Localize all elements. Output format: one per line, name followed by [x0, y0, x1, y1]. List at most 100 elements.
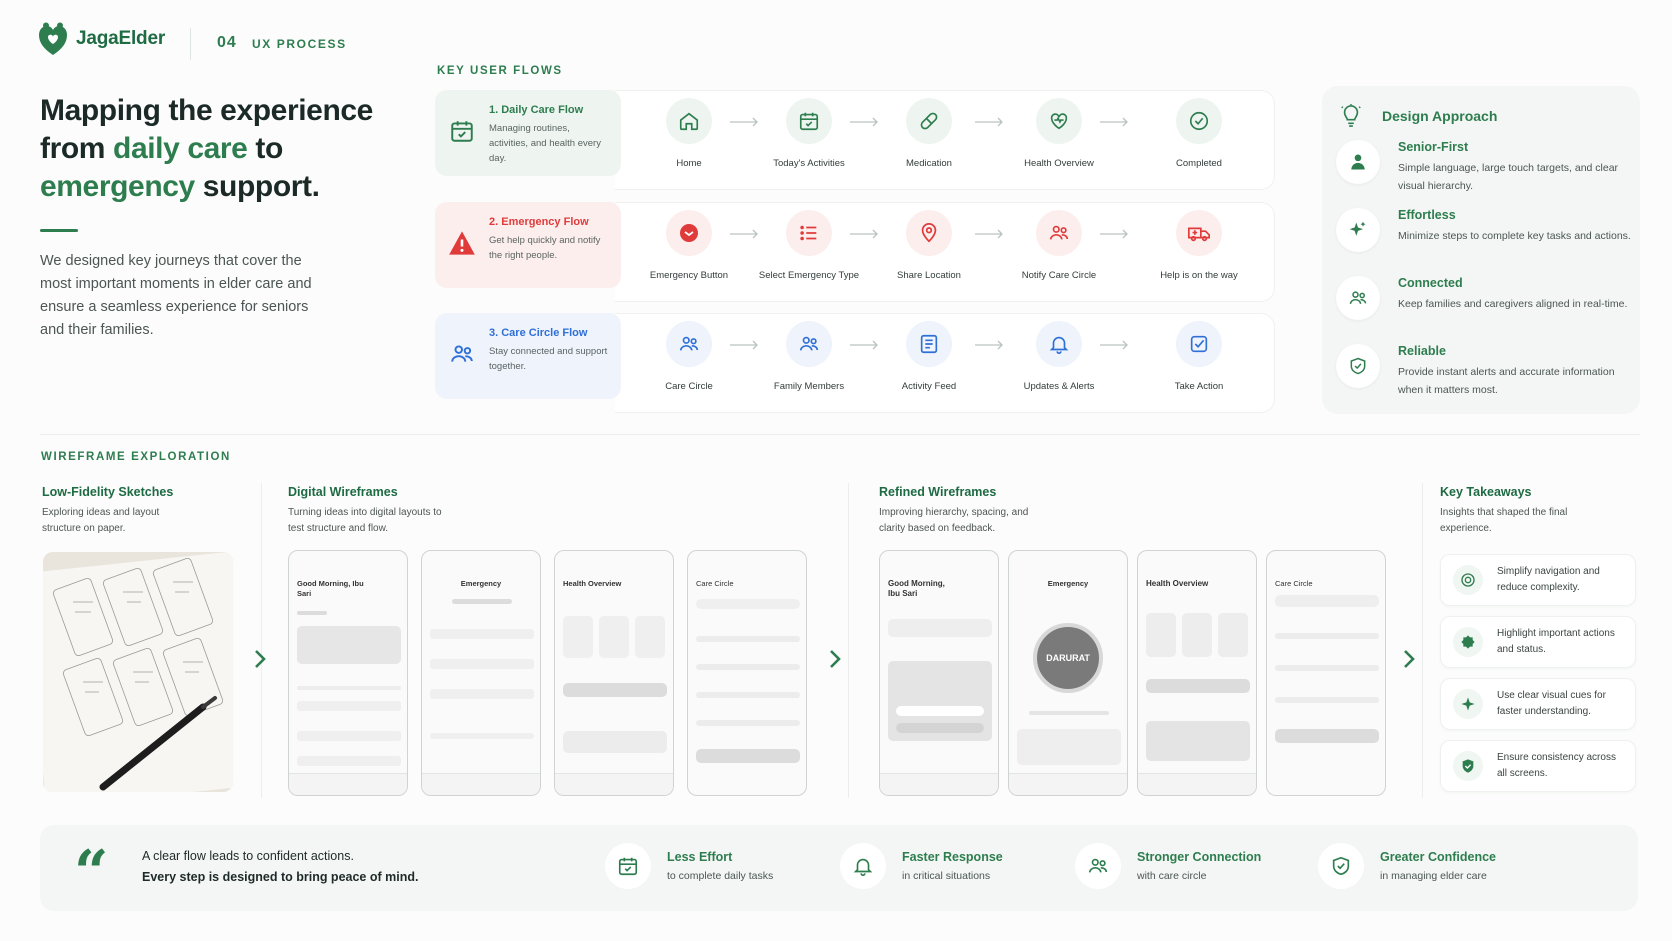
metric-title: Greater Confidence	[1380, 850, 1497, 864]
home-icon	[666, 98, 712, 144]
flow-step-emergency-button[interactable]: Emergency Button	[634, 210, 744, 281]
metric-description: with care circle	[1137, 870, 1207, 882]
flow-step-family-members[interactable]: Family Members	[754, 321, 864, 392]
refined-wireframe-health[interactable]: Health Overview	[1137, 550, 1257, 796]
metric-title: Stronger Connection	[1137, 850, 1262, 864]
approach-item-description: Minimize steps to complete key tasks and…	[1398, 230, 1631, 242]
flow-step-notify-care-circle[interactable]: Notify Care Circle	[1004, 210, 1114, 281]
digital-wireframe-health[interactable]: Health Overview	[554, 550, 674, 796]
screen-title: Health Overview	[563, 579, 622, 588]
step-label: Home	[676, 158, 702, 169]
flow-card-care-circle[interactable]: 3. Care Circle Flow Stay connected and s…	[435, 313, 621, 399]
screen-title: Care Circle	[696, 579, 734, 588]
flow-step-medication[interactable]: Medication	[874, 98, 984, 169]
family-icon	[786, 321, 832, 367]
digital-wireframe-home[interactable]: Good Morning, Ibu Sari	[288, 550, 408, 796]
column-divider	[1422, 483, 1423, 798]
paper-sketch-image	[43, 552, 233, 792]
flow-card-daily-care[interactable]: 1. Daily Care Flow Managing routines, ac…	[435, 90, 621, 176]
heart-shield-logo-icon	[39, 22, 67, 55]
flow-step-share-location[interactable]: Share Location	[874, 210, 984, 281]
flow-step-updates-alerts[interactable]: Updates & Alerts	[1004, 321, 1114, 392]
flow-row-care-circle: 3. Care Circle Flow Stay connected and s…	[435, 313, 1275, 413]
feed-icon	[906, 321, 952, 367]
flow-step-help-on-the-way[interactable]: Help is on the way	[1144, 210, 1254, 281]
page-description: We designed key journeys that cover the …	[40, 253, 312, 338]
step-label: Help is on the way	[1160, 270, 1238, 281]
flow-step-care-circle[interactable]: Care Circle	[634, 321, 744, 392]
flow-step-take-action[interactable]: Take Action	[1144, 321, 1254, 392]
wireframes-section-label: WIREFRAME EXPLORATION	[41, 451, 231, 463]
page-title: Mapping the experience from daily care t…	[40, 94, 373, 203]
takeaway-text: Simplify navigation and reduce complexit…	[1497, 566, 1600, 593]
arrow-right-icon	[975, 117, 1003, 127]
metric-faster-response: Faster Response in critical situations	[840, 843, 1003, 889]
header-divider	[190, 28, 191, 60]
lowfi-title: Low-Fidelity Sketches	[42, 485, 174, 499]
step-label: Health Overview	[1024, 158, 1094, 169]
quote-icon: “	[74, 838, 109, 908]
takeaways-description: Insights that shaped the final experienc…	[1440, 507, 1568, 534]
step-label: Emergency Button	[649, 270, 729, 281]
quote-line-2: Every step is designed to bring peace of…	[142, 870, 419, 884]
refined-wireframe-home[interactable]: Good Morning, Ibu Sari	[879, 550, 999, 796]
takeaway-item: Ensure consistency across all screens.	[1440, 740, 1636, 792]
calendar-check-icon	[786, 98, 832, 144]
warning-icon	[447, 228, 477, 258]
metric-less-effort: Less Effort to complete daily tasks	[605, 843, 773, 889]
column-divider	[848, 483, 849, 798]
flow-step-select-emergency-type[interactable]: Select Emergency Type	[754, 210, 864, 281]
metric-description: to complete daily tasks	[667, 870, 774, 882]
flow-step-activity-feed[interactable]: Activity Feed	[874, 321, 984, 392]
bell-icon	[1036, 321, 1082, 367]
people-icon	[1036, 210, 1082, 256]
refined-wireframe-care-circle[interactable]: Care Circle	[1266, 550, 1386, 796]
metric-title: Faster Response	[902, 850, 1003, 864]
emergency-sos-button[interactable]: DARURAT	[1033, 623, 1103, 693]
people-icon	[1336, 276, 1380, 320]
approach-item-title: Reliable	[1398, 344, 1446, 358]
approach-item-description: Keep families and caregivers aligned in …	[1398, 298, 1628, 310]
arrow-right-icon	[975, 229, 1003, 239]
metric-description: in managing elder care	[1380, 870, 1487, 882]
flow-title: 3. Care Circle Flow	[489, 327, 588, 339]
flow-step-todays-activities[interactable]: Today's Activities	[754, 98, 864, 169]
lightbulb-icon	[1341, 104, 1361, 127]
step-label: Select Emergency Type	[758, 270, 860, 281]
flow-step-completed[interactable]: Completed	[1144, 98, 1254, 169]
approach-item-description: Simple language, large touch targets, an…	[1398, 162, 1619, 192]
location-pin-icon	[906, 210, 952, 256]
metric-stronger-connection: Stronger Connection with care circle	[1075, 843, 1261, 889]
step-label: Notify Care Circle	[1021, 270, 1097, 281]
takeaway-item: Use clear visual cues for faster underst…	[1440, 678, 1636, 730]
refined-title: Refined Wireframes	[879, 485, 997, 499]
metric-description: in critical situations	[902, 870, 991, 882]
chevron-right-icon	[830, 650, 841, 668]
approach-item-reliable: Reliable Provide instant alerts and accu…	[1336, 344, 1636, 399]
digital-description: Turning ideas into digital layouts to te…	[288, 507, 442, 534]
screen-title: Emergency	[1047, 579, 1089, 588]
metric-greater-confidence: Greater Confidence in managing elder car…	[1318, 843, 1496, 889]
flow-step-health-overview[interactable]: Health Overview	[1004, 98, 1114, 169]
section-number: 04	[217, 34, 237, 51]
refined-wireframe-emergency[interactable]: Emergency DARURAT	[1008, 550, 1128, 796]
digital-wireframe-emergency[interactable]: Emergency	[421, 550, 541, 796]
section-divider	[40, 434, 1640, 435]
approach-item-senior-first: Senior-First Simple language, large touc…	[1336, 140, 1636, 195]
flow-description: Get help quickly and notify the right pe…	[489, 235, 601, 261]
flow-step-home[interactable]: Home	[634, 98, 744, 169]
takeaway-item: Highlight important actions and status.	[1440, 616, 1636, 668]
checkbox-icon	[1176, 321, 1222, 367]
section-name: UX PROCESS	[252, 37, 347, 51]
arrow-right-icon	[1100, 117, 1128, 127]
digital-wireframe-care-circle[interactable]: Care Circle	[687, 550, 807, 796]
shield-check-icon	[1336, 344, 1380, 388]
screen-title: Emergency	[460, 579, 502, 588]
approach-item-title: Senior-First	[1398, 140, 1469, 154]
flow-row-emergency: 2. Emergency Flow Get help quickly and n…	[435, 202, 1275, 302]
step-label: Activity Feed	[901, 381, 957, 392]
flow-card-emergency[interactable]: 2. Emergency Flow Get help quickly and n…	[435, 202, 621, 288]
list-icon	[786, 210, 832, 256]
arrow-right-icon	[1100, 229, 1128, 239]
brand-logo[interactable]: JagaElder	[38, 22, 165, 56]
